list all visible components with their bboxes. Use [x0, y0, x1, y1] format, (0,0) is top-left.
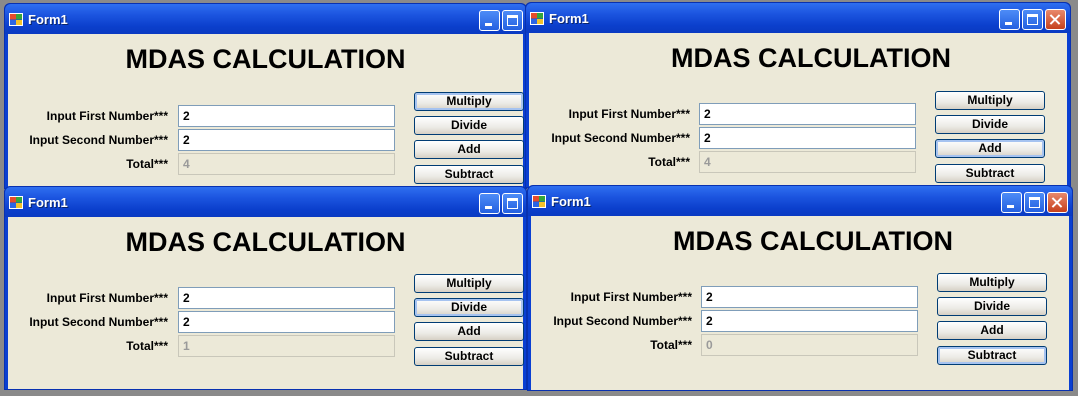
first-number-label: Input First Number***: [570, 290, 692, 304]
divide-button[interactable]: Divide: [935, 115, 1045, 134]
window-title: Form1: [28, 12, 68, 27]
form-client-area: MDAS CALCULATION Input First Number*** I…: [8, 217, 524, 389]
close-button[interactable]: [1047, 192, 1068, 213]
maximize-icon: [507, 15, 518, 26]
maximize-button[interactable]: [502, 193, 523, 214]
subtract-button[interactable]: Subtract: [935, 164, 1045, 183]
total-field: [701, 334, 918, 356]
second-number-input[interactable]: [178, 129, 395, 151]
second-number-input[interactable]: [178, 311, 395, 333]
maximize-icon: [1027, 14, 1038, 25]
close-icon: [1052, 197, 1063, 208]
title-bar[interactable]: Form1: [5, 4, 526, 34]
first-number-label: Input First Number***: [46, 291, 168, 305]
divide-button[interactable]: Divide: [414, 298, 524, 317]
total-field: [178, 335, 395, 357]
title-bar[interactable]: Form1: [528, 186, 1072, 216]
subtract-button[interactable]: Subtract: [414, 165, 524, 184]
first-number-input[interactable]: [701, 286, 918, 308]
second-number-input[interactable]: [699, 127, 916, 149]
maximize-button[interactable]: [502, 10, 523, 31]
maximize-button[interactable]: [1024, 192, 1045, 213]
second-number-input[interactable]: [701, 310, 918, 332]
minimize-icon: [485, 23, 492, 26]
form-client-area: MDAS CALCULATION Input First Number*** I…: [529, 33, 1067, 187]
app-icon[interactable]: [9, 13, 23, 26]
maximize-button[interactable]: [1022, 9, 1043, 30]
app-icon[interactable]: [530, 12, 544, 25]
form-heading: MDAS CALCULATION: [673, 226, 953, 256]
form-heading: MDAS CALCULATION: [671, 43, 951, 73]
form-client-area: MDAS CALCULATION Input First Number*** I…: [8, 34, 524, 188]
subtract-button[interactable]: Subtract: [937, 346, 1047, 365]
first-number-input[interactable]: [699, 103, 916, 125]
multiply-button[interactable]: Multiply: [935, 91, 1045, 110]
second-number-label: Input Second Number***: [29, 133, 168, 147]
subtract-button[interactable]: Subtract: [414, 347, 524, 366]
total-label: Total***: [126, 157, 168, 171]
form1-window: Form1 MDAS CALCULATION Input First Numbe…: [527, 185, 1073, 391]
minimize-button[interactable]: [479, 10, 500, 31]
multiply-button[interactable]: Multiply: [414, 92, 524, 111]
form1-window: Form1 MDAS CALCULATION Input First Numbe…: [4, 3, 527, 189]
second-number-label: Input Second Number***: [553, 314, 692, 328]
add-button[interactable]: Add: [414, 140, 524, 159]
minimize-icon: [1007, 205, 1014, 208]
minimize-icon: [1005, 22, 1012, 25]
title-bar[interactable]: Form1: [526, 3, 1070, 33]
app-icon[interactable]: [532, 195, 546, 208]
total-field: [178, 153, 395, 175]
first-number-input[interactable]: [178, 105, 395, 127]
add-button[interactable]: Add: [935, 139, 1045, 158]
minimize-button[interactable]: [999, 9, 1020, 30]
second-number-label: Input Second Number***: [29, 315, 168, 329]
first-number-label: Input First Number***: [46, 109, 168, 123]
multiply-button[interactable]: Multiply: [937, 273, 1047, 292]
first-number-input[interactable]: [178, 287, 395, 309]
form-client-area: MDAS CALCULATION Input First Number*** I…: [531, 216, 1069, 390]
second-number-label: Input Second Number***: [551, 131, 690, 145]
add-button[interactable]: Add: [414, 322, 524, 341]
total-label: Total***: [126, 339, 168, 353]
form1-window: Form1 MDAS CALCULATION Input First Numbe…: [4, 186, 527, 390]
multiply-button[interactable]: Multiply: [414, 274, 524, 293]
maximize-icon: [507, 198, 518, 209]
total-label: Total***: [648, 155, 690, 169]
total-label: Total***: [650, 338, 692, 352]
form-heading: MDAS CALCULATION: [125, 227, 406, 257]
app-icon[interactable]: [9, 196, 23, 209]
close-icon: [1050, 14, 1061, 25]
minimize-icon: [485, 206, 492, 209]
title-bar[interactable]: Form1: [5, 187, 526, 217]
total-field: [699, 151, 916, 173]
form-heading: MDAS CALCULATION: [125, 44, 406, 74]
divide-button[interactable]: Divide: [937, 297, 1047, 316]
window-title: Form1: [549, 11, 589, 26]
minimize-button[interactable]: [1001, 192, 1022, 213]
add-button[interactable]: Add: [937, 321, 1047, 340]
form1-window: Form1 MDAS CALCULATION Input First Numbe…: [525, 2, 1071, 188]
divide-button[interactable]: Divide: [414, 116, 524, 135]
window-title: Form1: [28, 195, 68, 210]
first-number-label: Input First Number***: [568, 107, 690, 121]
minimize-button[interactable]: [479, 193, 500, 214]
close-button[interactable]: [1045, 9, 1066, 30]
maximize-icon: [1029, 197, 1040, 208]
window-title: Form1: [551, 194, 591, 209]
